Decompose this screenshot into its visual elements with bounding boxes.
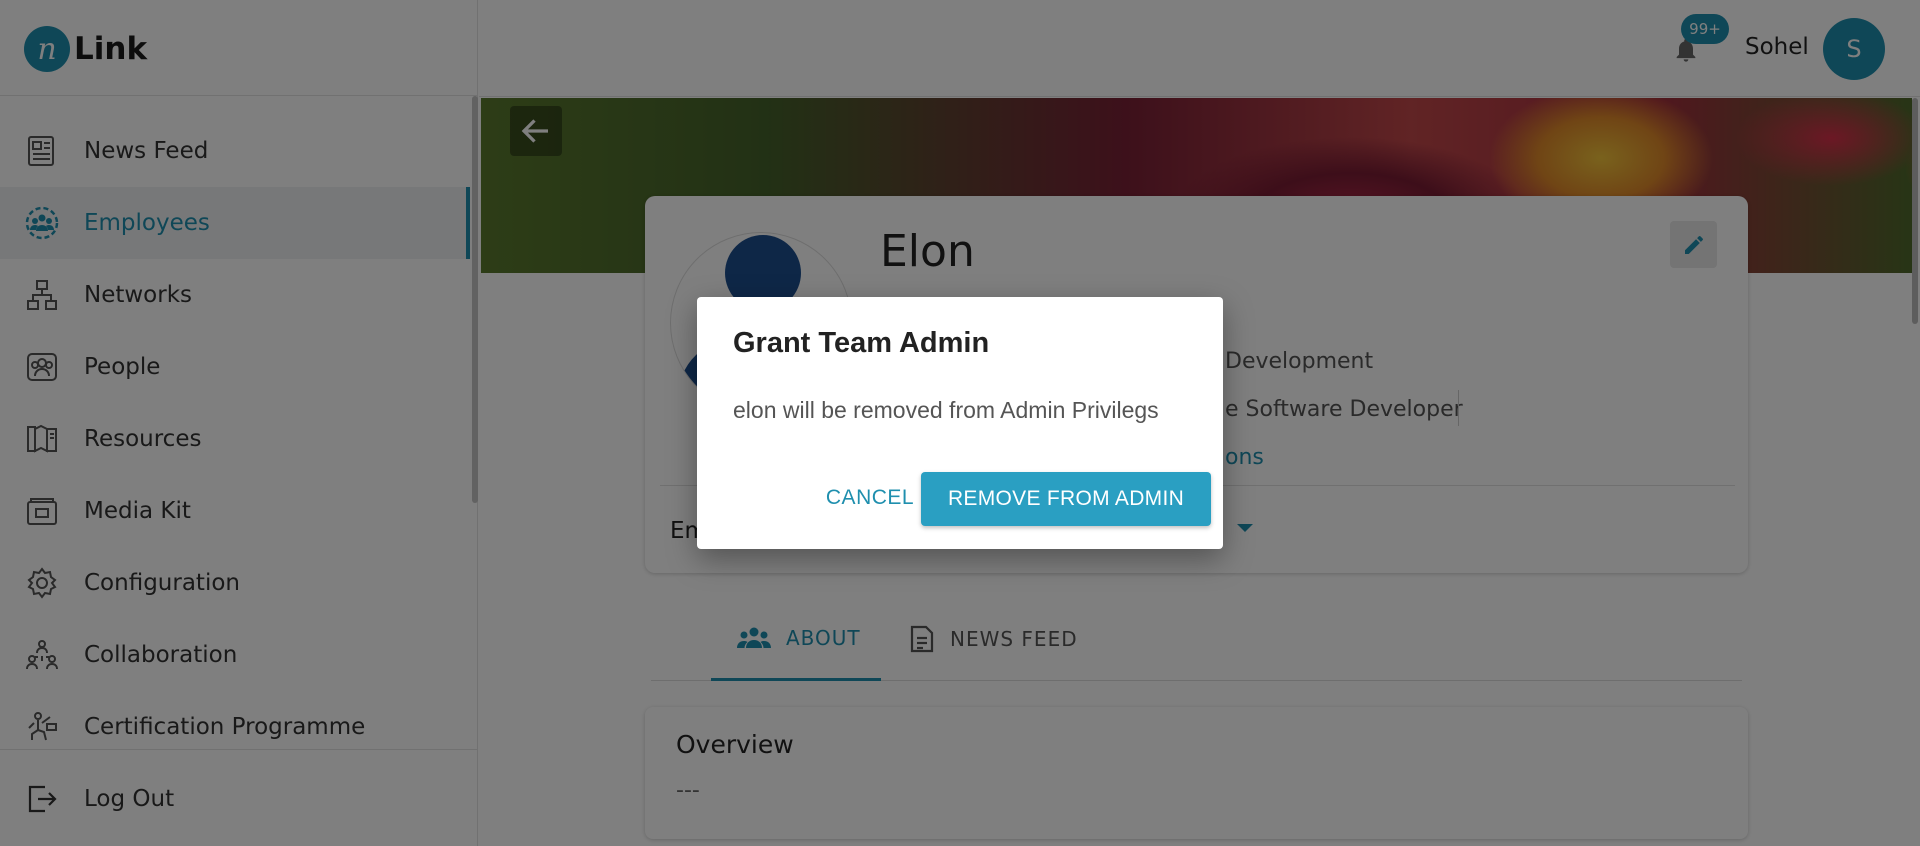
grant-admin-dialog: Grant Team Admin elon will be removed fr…: [697, 297, 1223, 549]
dialog-title: Grant Team Admin: [733, 327, 990, 359]
dialog-message: elon will be removed from Admin Privileg…: [733, 397, 1159, 423]
cancel-button[interactable]: CANCEL: [800, 472, 940, 524]
remove-from-admin-button[interactable]: REMOVE FROM ADMIN: [921, 472, 1211, 526]
